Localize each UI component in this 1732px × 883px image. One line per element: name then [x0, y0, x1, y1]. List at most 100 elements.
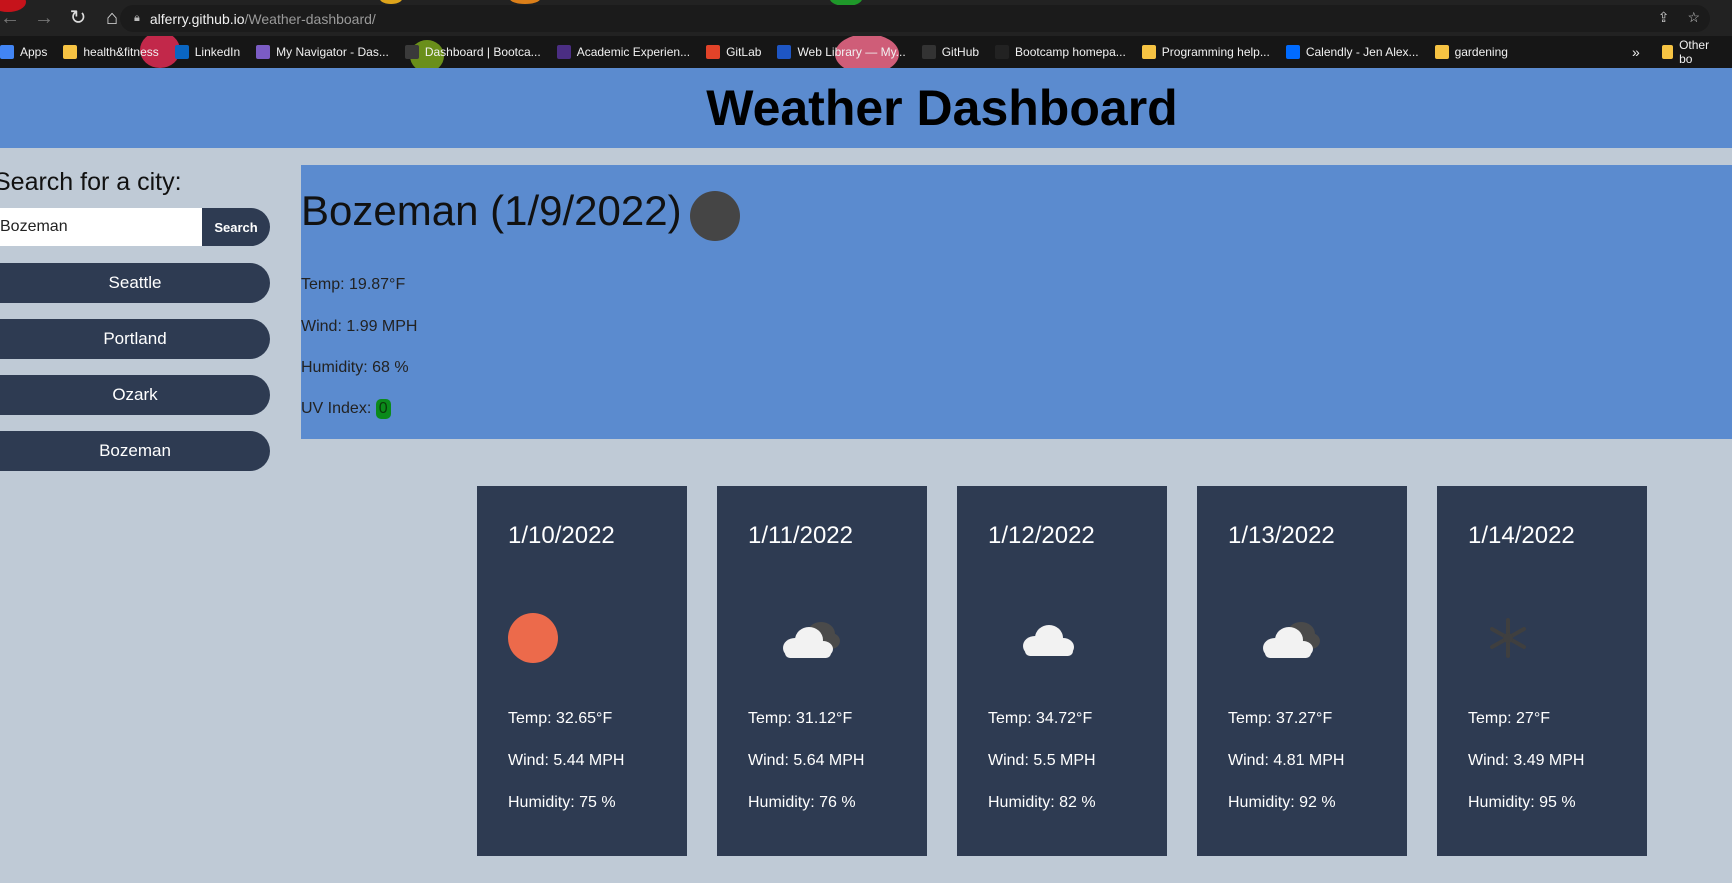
- url-path: /Weather-dashboard/: [244, 10, 376, 27]
- bookmark-item[interactable]: Programming help...: [1141, 45, 1270, 59]
- bookmark-item[interactable]: Academic Experien...: [556, 45, 691, 59]
- sun-icon: [498, 610, 568, 666]
- page-title: Weather Dashboard: [706, 80, 1178, 136]
- bookmark-label: Dashboard | Bootca...: [424, 45, 541, 59]
- bookmark-favicon-icon: [404, 45, 419, 59]
- forecast-date: 1/12/2022: [988, 522, 1095, 549]
- bookmark-favicon-icon: [256, 45, 271, 59]
- search-input[interactable]: [0, 208, 202, 246]
- forecast-date: 1/10/2022: [508, 522, 615, 549]
- uv-badge: 0: [375, 399, 391, 419]
- current-temp: Temp: 19.87°F: [301, 276, 406, 293]
- forecast-humidity: Humidity: 76 %: [748, 794, 856, 811]
- current-uv: UV Index: 0: [301, 399, 391, 419]
- forecast-wind: Wind: 5.64 MPH: [748, 752, 865, 769]
- forecast-card: 1/10/2022 Temp: 32.65°F Wind: 5.44 MPH Humi…: [477, 486, 687, 856]
- bookmarks-bar: Apps health&fitness LinkedIn My Navigator -…: [0, 36, 1732, 68]
- bookmark-item[interactable]: GitHub: [921, 45, 980, 59]
- forecast-date: 1/13/2022: [1228, 522, 1335, 549]
- bookmark-favicon-icon: [995, 45, 1010, 59]
- share-icon[interactable]: ⇪: [1658, 9, 1670, 26]
- forecast-temp: Temp: 31.12°F: [748, 710, 853, 727]
- nav-controls: ← → ↻ ⌂: [0, 6, 122, 30]
- bookmark-favicon-icon: [0, 45, 14, 59]
- bookmark-favicon-icon: [706, 45, 721, 59]
- forecast-humidity: Humidity: 92 %: [1228, 794, 1336, 811]
- home-icon[interactable]: ⌂: [102, 6, 122, 30]
- bookmark-label: Apps: [20, 45, 48, 59]
- bookmark-label: Calendly - Jen Alex...: [1305, 45, 1419, 59]
- history-city-button[interactable]: Bozeman: [0, 431, 270, 471]
- history-city-button[interactable]: Seattle: [0, 263, 270, 303]
- bookmark-favicon-icon: [1285, 45, 1300, 59]
- forecast-card: 1/11/2022 Temp: 31.12°F Wind: 5.64 MPH Humi…: [717, 486, 927, 856]
- star-icon[interactable]: ☆: [1687, 9, 1700, 26]
- forecast-date: 1/11/2022: [748, 522, 853, 549]
- forecast-wind: Wind: 5.44 MPH: [508, 752, 625, 769]
- forecast-card: 1/13/2022 Temp: 37.27°F Wind: 4.81 MPH Humi…: [1197, 486, 1407, 856]
- history-city-button[interactable]: Portland: [0, 319, 270, 359]
- bookmark-label: Bootcamp homepa...: [1015, 45, 1126, 59]
- forecast-wind: Wind: 4.81 MPH: [1228, 752, 1345, 769]
- bookmark-item[interactable]: Dashboard | Bootca...: [404, 45, 541, 59]
- bookmark-label: Web Library — My...: [797, 45, 906, 59]
- bookmark-item[interactable]: Bootcamp homepa...: [995, 45, 1126, 59]
- bookmark-item[interactable]: gardening: [1434, 45, 1508, 59]
- bookmark-item[interactable]: LinkedIn: [174, 45, 240, 59]
- other-bookmarks[interactable]: Other bo: [1662, 36, 1732, 68]
- folder-icon: [1662, 45, 1674, 59]
- page-header: Weather Dashboard: [0, 68, 1732, 148]
- search-form: Search: [0, 208, 270, 246]
- bokeh-light: [380, 0, 402, 4]
- current-weather: Bozeman (1/9/2022) Temp: 19.87°F Wind: 1…: [301, 165, 1732, 439]
- lock-icon: 🔒︎: [134, 12, 140, 24]
- url-host: alferry.github.io: [149, 10, 245, 27]
- bookmark-favicon-icon: [921, 45, 936, 59]
- history-city-button[interactable]: Ozark: [0, 375, 270, 415]
- address-bar[interactable]: 🔒︎ alferry.github.io/Weather-dashboard/ …: [120, 5, 1710, 32]
- bookmark-label: My Navigator - Das...: [276, 45, 389, 59]
- forward-icon[interactable]: →: [34, 6, 54, 30]
- bookmark-favicon-icon: [63, 45, 78, 59]
- forecast-temp: Temp: 32.65°F: [508, 710, 613, 727]
- current-humidity: Humidity: 68 %: [301, 359, 409, 376]
- bookmark-item[interactable]: health&fitness: [63, 45, 159, 59]
- more-bookmarks-icon[interactable]: »: [1632, 44, 1640, 60]
- forecast-card: 1/12/2022 Temp: 34.72°F Wind: 5.5 MPH Humid…: [957, 486, 1167, 856]
- back-icon[interactable]: ←: [0, 6, 20, 30]
- bookmark-favicon-icon: [1434, 45, 1449, 59]
- search-label: Search for a city:: [0, 168, 182, 196]
- bookmark-label: GitLab: [726, 45, 762, 59]
- cloud-moon-icon: [773, 610, 843, 666]
- forecast-wind: Wind: 5.5 MPH: [988, 752, 1096, 769]
- snowflake-icon: [1458, 610, 1528, 666]
- forecast-card: 1/14/2022 Temp: 27°F Wind: 3.49 MPH Humidit…: [1437, 486, 1647, 856]
- search-button[interactable]: Search: [202, 208, 270, 246]
- bookmark-item[interactable]: Apps: [0, 45, 47, 59]
- current-wind: Wind: 1.99 MPH: [301, 318, 418, 335]
- forecast-humidity: Humidity: 82 %: [988, 794, 1096, 811]
- other-bookmarks-label: Other bo: [1679, 38, 1710, 66]
- bookmark-label: GitHub: [941, 45, 980, 59]
- forecast-temp: Temp: 37.27°F: [1228, 710, 1333, 727]
- forecast-humidity: Humidity: 95 %: [1468, 794, 1576, 811]
- bookmark-label: gardening: [1454, 45, 1508, 59]
- bookmark-favicon-icon: [556, 45, 571, 59]
- forecast-temp: Temp: 27°F: [1468, 710, 1550, 727]
- bookmark-item[interactable]: Calendly - Jen Alex...: [1285, 45, 1419, 59]
- browser-toolbar: ← → ↻ ⌂ 🔒︎ alferry.github.io/Weather-das…: [0, 0, 1732, 36]
- reload-icon[interactable]: ↻: [68, 6, 88, 30]
- bookmark-label: Academic Experien...: [576, 45, 691, 59]
- forecast-wind: Wind: 3.49 MPH: [1468, 752, 1585, 769]
- bookmark-label: health&fitness: [83, 45, 159, 59]
- forecast-humidity: Humidity: 75 %: [508, 794, 616, 811]
- bookmark-item[interactable]: My Navigator - Das...: [256, 45, 389, 59]
- bookmark-label: Programming help...: [1161, 45, 1270, 59]
- moon-icon: [690, 191, 740, 241]
- current-city-date: Bozeman (1/9/2022): [301, 187, 682, 234]
- bookmark-list: Apps health&fitness LinkedIn My Navigator -…: [0, 36, 1524, 68]
- bookmark-item[interactable]: Web Library — My...: [777, 45, 906, 59]
- forecast-date: 1/14/2022: [1468, 522, 1575, 549]
- bookmark-favicon-icon: [1141, 45, 1156, 59]
- bookmark-item[interactable]: GitLab: [706, 45, 761, 59]
